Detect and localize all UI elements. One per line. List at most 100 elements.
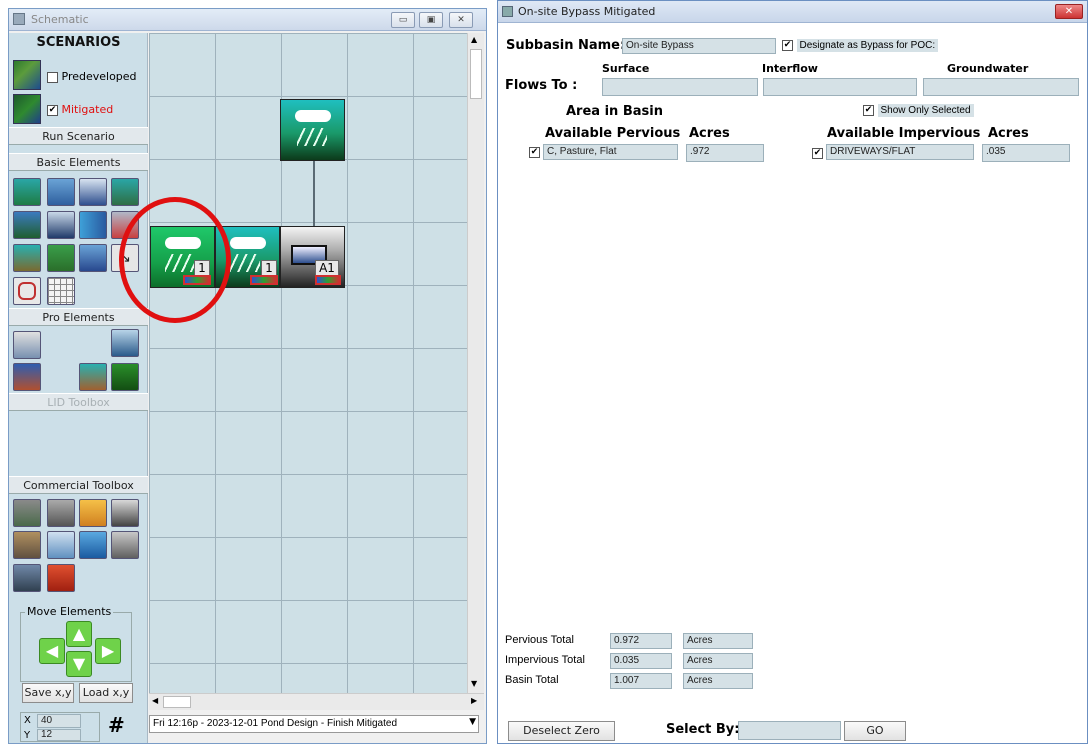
vertical-scrollbar[interactable]: ▲ ▼ [467,33,484,693]
y-label: Y [24,730,31,741]
show-only-selected-checkbox[interactable]: ✔ [863,104,874,116]
close-button[interactable]: ✕ [1055,4,1083,19]
show-only-selected-row[interactable]: ✔ Show Only Selected [863,103,974,117]
commercial-bench-icon[interactable] [13,499,41,527]
pro-element-dam-icon[interactable] [13,363,41,391]
commercial-chamber-icon[interactable] [111,531,139,559]
pro-element-pipe-icon[interactable] [13,331,41,359]
chevron-down-icon[interactable]: ▼ [469,717,476,727]
commercial-sand-icon[interactable] [79,499,107,527]
commercial-brick-icon[interactable] [47,564,75,592]
pervious-total-label: Pervious Total [505,634,574,646]
predeveloped-checkbox-row[interactable]: Predeveloped [47,70,137,83]
move-elements-label: Move Elements [25,605,114,618]
scroll-down-arrow[interactable]: ▼ [471,679,477,688]
load-xy-button[interactable]: Load x,y [79,683,133,703]
commercial-structure-icon[interactable] [111,499,139,527]
pervious-item-row[interactable]: ✔ [529,145,540,158]
impervious-acres-header: Acres [988,126,1029,141]
predeveloped-checkbox[interactable] [47,71,58,83]
grid-element-icon[interactable] [47,277,75,305]
gravel-trench-icon[interactable] [13,244,41,272]
designate-bypass-checkbox[interactable]: ✔ [782,39,793,51]
mitigated-checkbox[interactable]: ✔ [47,104,58,116]
pervious-item-checkbox[interactable]: ✔ [529,146,540,158]
y-value-field[interactable]: 12 [37,729,81,741]
interflow-label: Interflow [762,62,818,75]
pervious-acres-field[interactable]: .972 [686,144,764,162]
designate-bypass-row[interactable]: ✔ Designate as Bypass for POC: [782,38,939,52]
lateral-basin-icon[interactable] [13,277,41,305]
surface-label: Surface [602,62,650,75]
vault-icon[interactable] [111,178,139,206]
scroll-thumb[interactable] [163,696,191,708]
sand-filter-icon[interactable] [47,244,75,272]
pro-element-greenroof-icon[interactable] [111,363,139,391]
surface-field[interactable] [602,78,758,96]
subbasin-name-field[interactable]: On-site Bypass [622,38,776,54]
commercial-box-icon[interactable] [13,564,41,592]
move-up-arrow[interactable]: ▲ [66,621,92,647]
scroll-right-arrow[interactable]: ▶ [471,696,477,705]
trench-icon[interactable] [13,211,41,239]
groundwater-label: Groundwater [947,62,1029,75]
trapezoidal-pond-icon[interactable] [47,178,75,206]
channel-icon[interactable] [79,211,107,239]
move-down-arrow[interactable]: ▼ [66,651,92,677]
predeveloped-label: Predeveloped [61,70,137,83]
horizontal-scrollbar[interactable]: ◀ ▶ [149,693,484,710]
available-pervious-header: Available Pervious [545,126,681,141]
designate-bypass-label: Designate as Bypass for POC: [796,39,939,52]
mitigated-scenario-icon[interactable] [13,94,41,124]
tank-icon[interactable] [79,178,107,206]
pro-element-cistern-icon[interactable] [79,363,107,391]
move-right-arrow[interactable]: ▶ [95,638,121,664]
commercial-vault-icon[interactable] [47,499,75,527]
pervious-total-unit: Acres [683,633,753,649]
groundwater-field[interactable] [923,78,1079,96]
impervious-acres-field[interactable]: .035 [982,144,1070,162]
bypass-title: On-site Bypass Mitigated [518,5,656,18]
commercial-pipes-icon[interactable] [13,531,41,559]
predeveloped-scenario-icon[interactable] [13,60,41,90]
pervious-acres-header: Acres [689,126,730,141]
upstream-basin-tile[interactable] [280,99,345,161]
commercial-filter-icon[interactable] [47,531,75,559]
pro-element-pond-icon[interactable] [111,329,139,357]
save-xy-button[interactable]: Save x,y [22,683,74,703]
tile-number-badge: 1 [261,260,277,276]
select-by-field[interactable] [738,721,841,740]
tank-element-tile[interactable]: A1 [280,226,345,288]
scroll-thumb[interactable] [470,49,482,99]
deselect-zero-button[interactable]: Deselect Zero [508,721,615,741]
interflow-field[interactable] [763,78,917,96]
select-by-label: Select By: [666,722,740,737]
impervious-total-unit: Acres [683,653,753,669]
show-only-selected-label: Show Only Selected [877,104,974,117]
basin-element-icon[interactable] [13,178,41,206]
mitigated-checkbox-row[interactable]: ✔ Mitigated [47,103,113,116]
maximize-button[interactable]: ▣ [419,12,443,28]
connector-line [313,160,315,227]
impervious-item-row[interactable]: ✔ [812,146,823,159]
wetpond-icon[interactable] [79,244,107,272]
tile-color-strip [315,275,341,285]
minimize-button[interactable]: ▭ [391,12,415,28]
flows-to-label: Flows To : [505,78,578,93]
x-value-field[interactable]: 40 [37,714,81,728]
irregular-pond-icon[interactable] [47,211,75,239]
commercial-tank-icon[interactable] [79,531,107,559]
go-button[interactable]: GO [844,721,906,741]
run-scenario-button[interactable]: Run Scenario [9,127,148,145]
move-left-arrow[interactable]: ◀ [39,638,65,664]
highlight-circle [119,197,231,323]
close-button[interactable]: ✕ [449,12,473,28]
scenario-status-dropdown[interactable]: Fri 12:16p - 2023-12-01 Pond Design - Fi… [149,715,479,733]
impervious-item-checkbox[interactable]: ✔ [812,147,823,159]
app-icon [13,13,25,25]
scroll-left-arrow[interactable]: ◀ [152,696,158,705]
x-label: X [24,715,31,726]
impervious-total-label: Impervious Total [505,654,585,666]
scroll-up-arrow[interactable]: ▲ [471,35,477,44]
grid-number-toggle[interactable]: # [108,713,125,737]
